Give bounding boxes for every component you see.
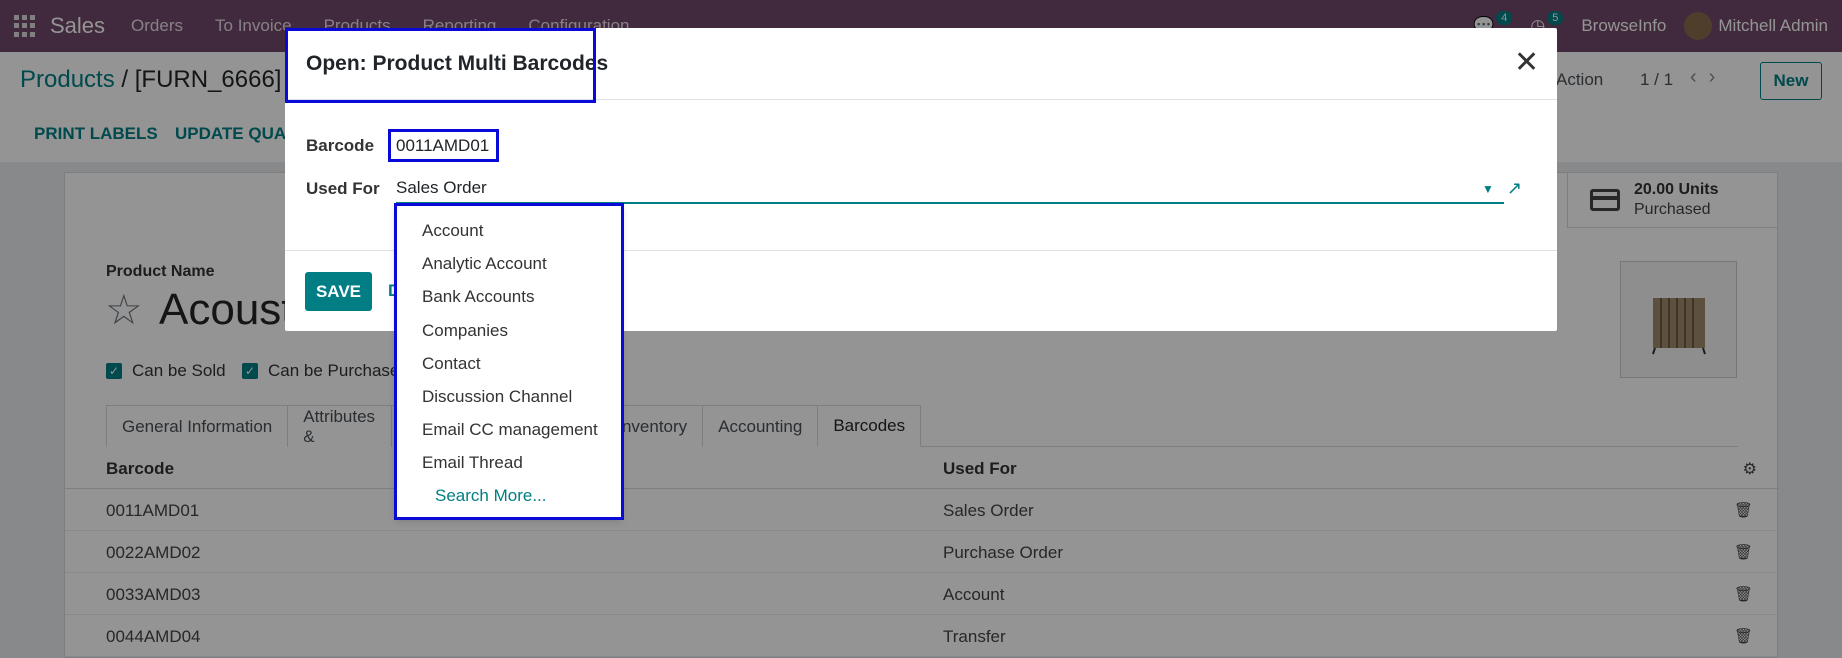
dialog-header: Open: Product Multi Barcodes ✕ xyxy=(285,28,1557,100)
dropdown-option-contact[interactable]: Contact xyxy=(422,354,481,374)
dropdown-option-email-thread[interactable]: Email Thread xyxy=(422,453,523,473)
dropdown-option-companies[interactable]: Companies xyxy=(422,321,508,341)
dropdown-option-email-cc[interactable]: Email CC management xyxy=(422,420,598,440)
external-link-icon[interactable]: ↗ xyxy=(1507,178,1522,199)
caret-down-icon[interactable]: ▼ xyxy=(1482,182,1494,196)
search-more-link[interactable]: Search More... xyxy=(435,486,547,506)
dialog-title: Open: Product Multi Barcodes xyxy=(306,52,609,75)
barcode-label: Barcode xyxy=(306,136,375,155)
dropdown-option-analytic-account[interactable]: Analytic Account xyxy=(422,254,547,274)
used-for-select[interactable]: Sales Order xyxy=(396,178,1504,204)
save-button[interactable]: SAVE xyxy=(305,272,372,311)
used-for-dropdown: Account Analytic Account Bank Accounts C… xyxy=(396,205,621,518)
dropdown-option-account[interactable]: Account xyxy=(422,221,483,241)
dropdown-option-bank-accounts[interactable]: Bank Accounts xyxy=(422,287,534,307)
used-for-label: Used For xyxy=(306,179,380,198)
dropdown-option-discussion-channel[interactable]: Discussion Channel xyxy=(422,387,572,407)
close-icon[interactable]: ✕ xyxy=(1514,48,1539,78)
barcode-field[interactable]: 0011AMD01 xyxy=(396,136,489,156)
